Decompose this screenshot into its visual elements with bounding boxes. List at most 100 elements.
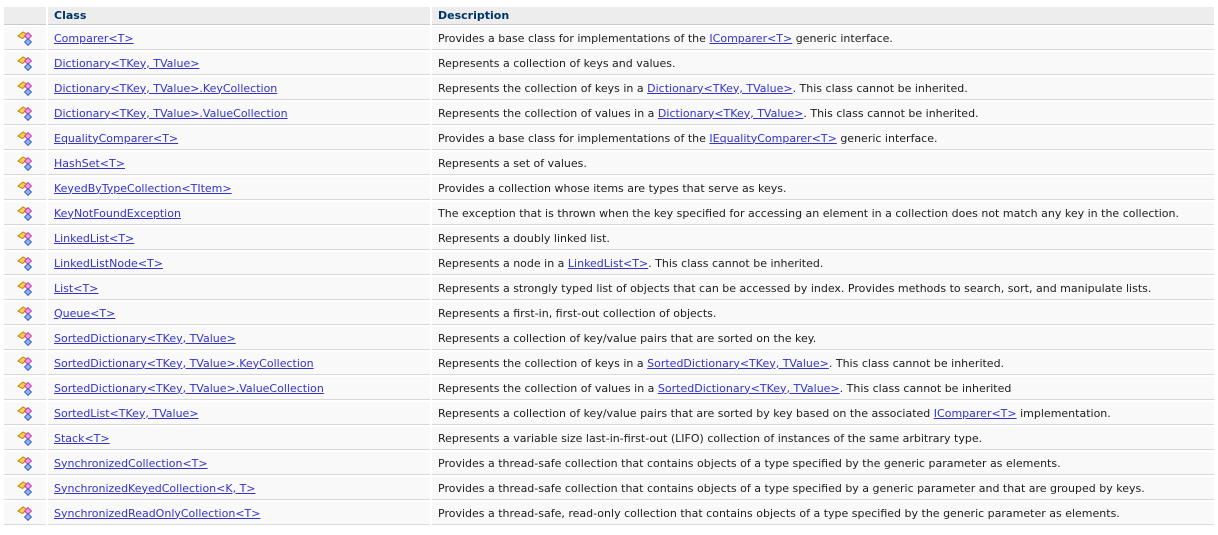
description-link[interactable]: LinkedList<T> (568, 257, 648, 270)
class-icon-cell (4, 127, 46, 150)
description-text: Provides a thread-safe, read-only collec… (438, 507, 1120, 520)
class-icon-cell (4, 202, 46, 225)
class-link[interactable]: Dictionary<TKey, TValue>.KeyCollection (54, 82, 277, 95)
description-text: Provides a collection whose items are ty… (438, 182, 786, 195)
class-cell: Stack<T> (48, 427, 430, 450)
class-link[interactable]: Comparer<T> (54, 32, 134, 45)
description-link[interactable]: IEqualityComparer<T> (709, 132, 836, 145)
class-cell: HashSet<T> (48, 152, 430, 175)
table-row: Stack<T> Represents a variable size last-… (4, 427, 1214, 450)
description-text: The exception that is thrown when the ke… (438, 207, 1179, 220)
class-cell: Dictionary<TKey, TValue>.KeyCollection (48, 77, 430, 100)
class-icon (17, 80, 33, 96)
description-cell: Provides a thread-safe collection that c… (432, 452, 1214, 475)
description-text: Represents a node in a (438, 257, 568, 270)
class-icon (17, 380, 33, 396)
class-link[interactable]: Dictionary<TKey, TValue> (54, 57, 199, 70)
class-link[interactable]: SynchronizedReadOnlyCollection<T> (54, 507, 260, 520)
description-column-header: Description (432, 7, 1214, 25)
class-icon-cell (4, 27, 46, 50)
class-link[interactable]: KeyedByTypeCollection<TItem> (54, 182, 232, 195)
class-link[interactable]: HashSet<T> (54, 157, 125, 170)
description-cell: Represents the collection of keys in a S… (432, 352, 1214, 375)
class-icon (17, 455, 33, 471)
class-icon-cell (4, 427, 46, 450)
description-text: Provides a base class for implementation… (438, 32, 709, 45)
description-link[interactable]: SortedDictionary<TKey, TValue> (647, 357, 829, 370)
description-text: Represents the collection of keys in a (438, 357, 647, 370)
description-link[interactable]: IComparer<T> (709, 32, 792, 45)
class-cell: Dictionary<TKey, TValue>.ValueCollection (48, 102, 430, 125)
description-text: Represents a doubly linked list. (438, 232, 610, 245)
class-cell: SortedDictionary<TKey, TValue>.ValueColl… (48, 377, 430, 400)
class-cell: List<T> (48, 277, 430, 300)
description-text: Provides a base class for implementation… (438, 132, 709, 145)
class-icon (17, 405, 33, 421)
class-cell: SortedDictionary<TKey, TValue>.KeyCollec… (48, 352, 430, 375)
class-link[interactable]: EqualityComparer<T> (54, 132, 178, 145)
class-link[interactable]: SortedDictionary<TKey, TValue> (54, 332, 236, 345)
table-row: Dictionary<TKey, TValue>.ValueCollection… (4, 102, 1214, 125)
class-cell: SynchronizedCollection<T> (48, 452, 430, 475)
description-text: Represents a collection of keys and valu… (438, 57, 676, 70)
class-icon-cell (4, 102, 46, 125)
description-link[interactable]: Dictionary<TKey, TValue> (658, 107, 803, 120)
class-icon-cell (4, 502, 46, 525)
class-link[interactable]: Dictionary<TKey, TValue>.ValueCollection (54, 107, 288, 120)
table-row: LinkedListNode<T>Represents a node in a … (4, 252, 1214, 275)
class-icon-cell (4, 327, 46, 350)
class-icon (17, 255, 33, 271)
description-text: Represents a collection of key/value pai… (438, 407, 934, 420)
description-cell: Provides a thread-safe collection that c… (432, 477, 1214, 500)
class-link[interactable]: Stack<T> (54, 432, 110, 445)
class-icon-cell (4, 277, 46, 300)
description-cell: Represents a doubly linked list. (432, 227, 1214, 250)
table-row: List<T>Represents a strongly typed list … (4, 277, 1214, 300)
table-row: SynchronizedCollection<T> Provides a thre… (4, 452, 1214, 475)
description-text: Represents the collection of keys in a (438, 82, 647, 95)
class-link[interactable]: SortedDictionary<TKey, TValue>.KeyCollec… (54, 357, 314, 370)
class-icon-cell (4, 227, 46, 250)
class-link[interactable]: Queue<T> (54, 307, 115, 320)
description-text: . This class cannot be inherited. (648, 257, 823, 270)
description-link[interactable]: IComparer<T> (934, 407, 1017, 420)
table-row: LinkedList<T> Represents a doubly linked … (4, 227, 1214, 250)
table-row: SynchronizedKeyedCollection<K, T> Provide… (4, 477, 1214, 500)
documentation-page: Class Description Comparer<T> Provides a … (0, 0, 1218, 535)
description-cell: Provides a thread-safe, read-only collec… (432, 502, 1214, 525)
description-cell: Represents a collection of keys and valu… (432, 52, 1214, 75)
class-link[interactable]: KeyNotFoundException (54, 207, 181, 220)
class-icon (17, 280, 33, 296)
class-link[interactable]: SynchronizedKeyedCollection<K, T> (54, 482, 256, 495)
class-link[interactable]: LinkedList<T> (54, 232, 134, 245)
class-cell: KeyNotFoundException (48, 202, 430, 225)
description-link[interactable]: SortedDictionary<TKey, TValue> (658, 382, 840, 395)
table-row: KeyNotFoundException The exception that i… (4, 202, 1214, 225)
class-icon (17, 230, 33, 246)
class-cell: Comparer<T> (48, 27, 430, 50)
table-row: EqualityComparer<T> Provides a base class… (4, 127, 1214, 150)
class-icon (17, 430, 33, 446)
class-icon (17, 505, 33, 521)
class-icon-cell (4, 352, 46, 375)
class-link[interactable]: SynchronizedCollection<T> (54, 457, 208, 470)
class-icon-cell (4, 452, 46, 475)
class-link[interactable]: SortedList<TKey, TValue> (54, 407, 199, 420)
icon-column-header (4, 7, 46, 25)
class-link[interactable]: List<T> (54, 282, 98, 295)
description-link[interactable]: Dictionary<TKey, TValue> (647, 82, 792, 95)
class-link[interactable]: LinkedListNode<T> (54, 257, 163, 270)
description-text: Represents a collection of key/value pai… (438, 332, 816, 345)
class-icon-cell (4, 77, 46, 100)
table-row: Queue<T>Represents a first-in, first-out… (4, 302, 1214, 325)
description-text: Provides a thread-safe collection that c… (438, 457, 1061, 470)
table-row: Dictionary<TKey, TValue> Represents a col… (4, 52, 1214, 75)
class-column-header: Class (48, 7, 430, 25)
description-cell: The exception that is thrown when the ke… (432, 202, 1214, 225)
class-cell: SortedDictionary<TKey, TValue> (48, 327, 430, 350)
description-text: implementation. (1017, 407, 1111, 420)
class-link[interactable]: SortedDictionary<TKey, TValue>.ValueColl… (54, 382, 324, 395)
class-icon-cell (4, 177, 46, 200)
description-text: Represents a variable size last-in-first… (438, 432, 982, 445)
description-text: . This class cannot be inherited. (829, 357, 1004, 370)
